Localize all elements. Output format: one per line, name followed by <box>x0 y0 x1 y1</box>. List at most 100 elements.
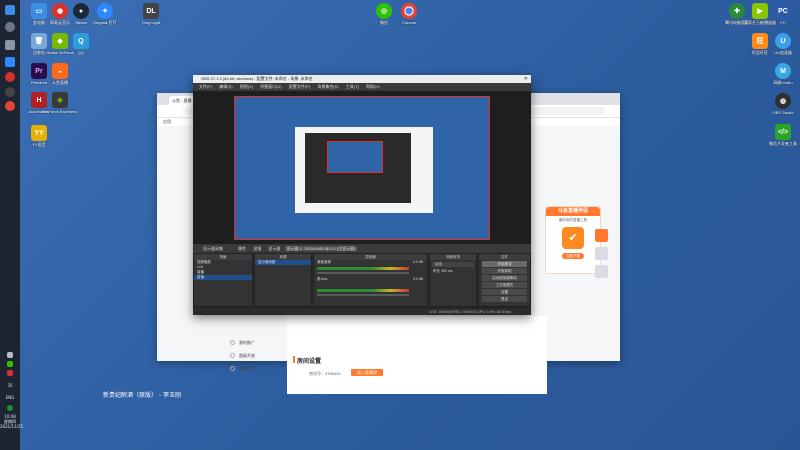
source-toolbar: 显示器采集 属性 滤镜 显示器 显示器 1: 1920x1080 @ 0,0 (… <box>193 244 531 253</box>
desktop-icon-qq[interactable]: Q QQ <box>64 33 98 55</box>
display-select[interactable]: 显示器 1: 1920x1080 @ 0,0 (主显示器) <box>284 246 358 251</box>
menu-dot-icon <box>230 340 235 345</box>
desktop-icon-label: QQ <box>77 50 85 55</box>
dingtalk-taskbar-icon[interactable] <box>5 57 15 67</box>
track-db: 0.0 dB <box>412 277 423 281</box>
desktop-icon-yy[interactable]: YY YY语音 <box>22 125 56 147</box>
scenes-panel: 场景 视频播放 LOL 直播 直播 <box>193 253 253 307</box>
netease-tray-icon[interactable] <box>7 370 13 376</box>
enter-room-button[interactable]: 进入直播间 <box>351 369 383 376</box>
obs-titlebar: OBS 27.1.3 (64-bit, windows) - 配置文件: 未命名… <box>193 75 531 83</box>
float-top-icon[interactable] <box>595 265 608 278</box>
track-db: 0.0 dB <box>412 260 423 264</box>
desktop-icon-dingtalk[interactable]: ✦ Dingtalk 钉钉 <box>88 3 122 25</box>
menu-profile[interactable]: 配置文件(P) <box>289 84 310 89</box>
menu-help[interactable]: 帮助(H) <box>366 84 380 89</box>
obs-taskbar-icon[interactable] <box>5 87 15 97</box>
close-icon[interactable]: ✕ <box>524 75 528 83</box>
desktop-icon-pc[interactable]: PC PC <box>766 3 800 25</box>
transitions-panel: 场景转场 淡出 时长 300 ms <box>429 253 477 307</box>
desktop-icon-label: YY语音 <box>32 142 46 147</box>
desktop-icon-label: UU加速器 <box>774 50 792 55</box>
desktop-icon-label: PC <box>780 20 786 25</box>
chrome-icon <box>401 3 417 19</box>
float-gift-icon[interactable] <box>595 247 608 260</box>
desktop-icon-mumu[interactable]: M 网易MuMu <box>766 63 800 85</box>
chrome-taskbar-icon[interactable] <box>5 101 15 111</box>
volume-fader[interactable] <box>317 272 409 274</box>
source-item[interactable]: 显示器采集 <box>255 260 311 265</box>
tray-icon[interactable] <box>7 352 13 358</box>
yy-icon: YY <box>31 125 47 141</box>
start-icon[interactable] <box>5 5 15 15</box>
studio-mode-button[interactable]: 工作室模式 <box>482 282 527 288</box>
menu-dot-icon <box>230 353 235 358</box>
desktop-icon-obs[interactable]: ◍ OBS Studio <box>766 93 800 115</box>
exit-button[interactable]: 退出 <box>482 296 527 302</box>
menu-scene-collection[interactable]: 场景集合(S) <box>317 84 338 89</box>
obs-preview[interactable] <box>193 91 531 244</box>
menu-item-companion[interactable]: 直播伴侣 <box>227 362 277 375</box>
display-label: 显示器 <box>268 246 281 251</box>
preview-mini-canvas <box>327 141 383 173</box>
start-streaming-button[interactable]: 开始推流 <box>482 261 527 267</box>
menu-edit[interactable]: 编辑(E) <box>219 84 232 89</box>
search-icon[interactable] <box>5 22 15 32</box>
desktop-icon-uu[interactable]: U UU加速器 <box>766 33 800 55</box>
obs-menubar: 文件(F) 编辑(E) 视图(V) 停靠窗口(D) 配置文件(P) 场景集合(S… <box>193 83 531 91</box>
wechat-dev-icon: </> <box>775 124 791 140</box>
transition-select[interactable]: 淡出 <box>432 262 474 267</box>
menu-tools[interactable]: 工具(T) <box>346 84 359 89</box>
desktop-icon-label: GeForce Experience <box>43 109 77 114</box>
wechat-tray-icon[interactable] <box>7 361 13 367</box>
desktop-icon-geforce[interactable]: ◈ GeForce Experience <box>43 92 77 114</box>
preview-mini-browser <box>295 127 433 213</box>
duration-value[interactable]: 300 ms <box>441 269 452 273</box>
section-title: 房间设置 <box>292 356 321 365</box>
taskbar: 35 ENG 10:48 星期四 2021/11/25 <box>0 0 23 450</box>
scene-item-selected[interactable]: 直播 <box>194 275 252 280</box>
source-filters-button[interactable]: 滤镜 <box>253 246 261 251</box>
obs-window: OBS 27.1.3 (64-bit, windows) - 配置文件: 未命名… <box>193 75 531 315</box>
netease-taskbar-icon[interactable] <box>5 72 15 82</box>
virtual-camera-button[interactable]: 启动虚拟摄像机 <box>482 275 527 281</box>
controls-header: 控件 <box>479 254 530 260</box>
desktop-icon-chrome[interactable]: Chrome <box>392 3 426 25</box>
preview-mini-obs <box>305 133 411 203</box>
start-recording-button[interactable]: 开始录制 <box>482 268 527 274</box>
desktop-icon-dinglight[interactable]: DL Ding Light <box>134 3 168 25</box>
menu-docks[interactable]: 停靠窗口(D) <box>260 84 282 89</box>
tencent-tray-icon[interactable] <box>7 405 13 411</box>
menu-item-open[interactable]: 超级开放 <box>227 349 277 362</box>
promo-subtitle: 最好用的直播工具 <box>559 218 587 222</box>
desktop-icon-label: 微信开发者工具 <box>769 141 797 146</box>
menu-item-promotion[interactable]: 我的推广 <box>227 336 277 349</box>
desktop-icon-wechat-dev[interactable]: </> 微信开发者工具 <box>766 124 800 146</box>
room-id-row: 房间号：3785429 <box>309 371 341 377</box>
settings-button[interactable]: 设置 <box>482 289 527 295</box>
menu-file[interactable]: 文件(F) <box>199 84 212 89</box>
mixer-panel: 混音器 桌面音频 0.0 dB 麦/Aux 0.0 dB <box>313 253 428 307</box>
promo-download-button[interactable]: 立即下载 <box>562 253 584 259</box>
volume-fader[interactable] <box>317 294 409 296</box>
desktop-icon-label: Chrome <box>401 20 417 25</box>
track-label: 麦/Aux <box>317 277 328 281</box>
float-chat-icon[interactable] <box>595 229 608 242</box>
volume-meter <box>317 289 409 292</box>
desktop-icon-label: Dingtalk 钉钉 <box>93 20 117 25</box>
qq-icon: Q <box>73 33 89 49</box>
preview-canvas[interactable] <box>234 96 490 240</box>
menu-view[interactable]: 视图(V) <box>240 84 253 89</box>
language-indicator[interactable]: ENG <box>0 395 20 400</box>
pc-icon: PC <box>775 3 791 19</box>
desktop-icon-label: OBS Studio <box>772 110 794 115</box>
obs-statusbar: LIVE: 00:00:00 REC: 00:00:00 CPU: 0.4%, … <box>193 307 531 315</box>
promo-title: 斗鱼直播伴侣 <box>546 207 600 216</box>
volume-meter <box>317 267 409 270</box>
taskview-icon[interactable] <box>5 40 15 50</box>
source-properties-button[interactable]: 属性 <box>238 246 246 251</box>
desktop-icon-douyu[interactable]: ◒ 斗鱼直播 <box>43 63 77 85</box>
wechat-icon: ◎ <box>376 3 392 19</box>
duration-label: 时长 <box>433 269 440 273</box>
dl-icon: DL <box>143 3 159 19</box>
